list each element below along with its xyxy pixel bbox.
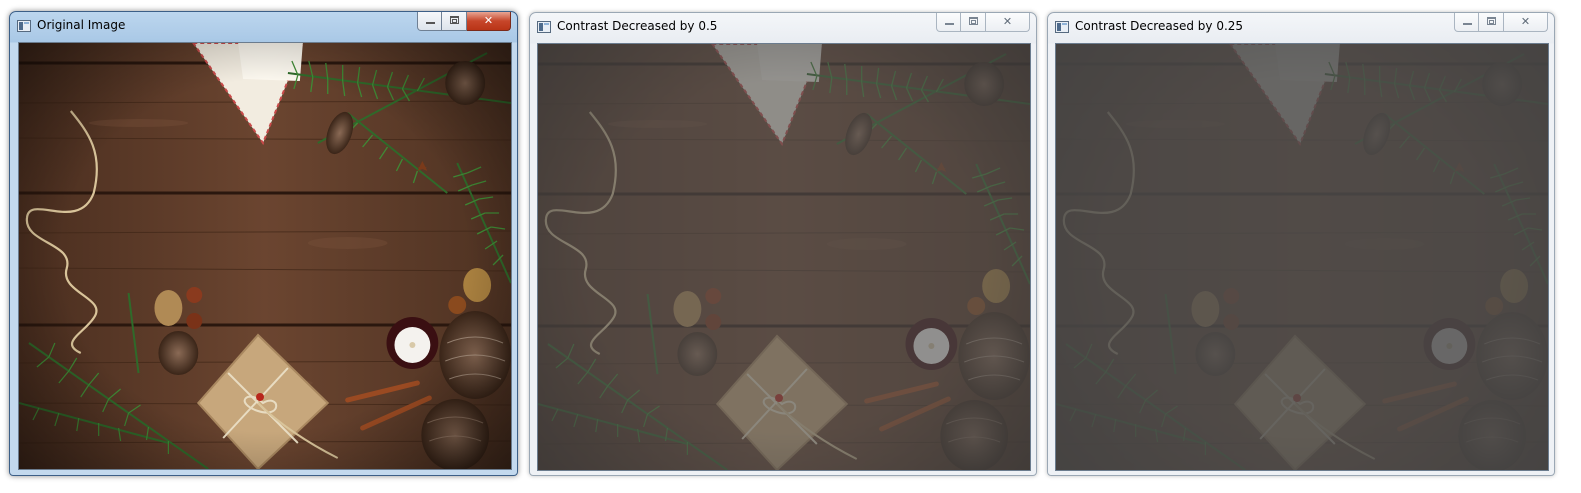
maximize-button[interactable] [961,13,986,32]
close-button[interactable]: ✕ [467,12,511,31]
window-app-icon[interactable] [537,21,551,33]
minimize-button[interactable] [417,12,442,31]
minimize-icon [945,23,954,25]
image-canvas [18,42,512,470]
window-title-bar[interactable]: Contrast Decreased by 0.5 ✕ [530,13,1036,43]
window-contrast-0-25[interactable]: Contrast Decreased by 0.25 ✕ [1047,12,1555,476]
maximize-icon [450,16,459,24]
maximize-button[interactable] [442,12,467,31]
image-canvas [537,43,1031,471]
close-button[interactable]: ✕ [986,13,1030,32]
window-title-bar[interactable]: Contrast Decreased by 0.25 ✕ [1048,13,1554,43]
window-contrast-0-5[interactable]: Contrast Decreased by 0.5 ✕ [529,12,1037,476]
minimize-button[interactable] [936,13,961,32]
maximize-button[interactable] [1479,13,1504,32]
close-icon: ✕ [1520,15,1531,28]
close-icon: ✕ [483,14,494,27]
window-title: Original Image [37,18,126,32]
window-app-icon[interactable] [1055,21,1069,33]
christmas-flatlay-image [1056,44,1548,470]
christmas-flatlay-image [538,44,1030,470]
window-title: Contrast Decreased by 0.25 [1075,19,1244,33]
window-app-icon[interactable] [17,20,31,32]
christmas-flatlay-image [19,43,511,469]
close-button[interactable]: ✕ [1504,13,1548,32]
maximize-icon [1487,17,1496,25]
maximize-icon [969,17,978,25]
minimize-button[interactable] [1454,13,1479,32]
minimize-icon [1463,23,1472,25]
window-title-bar[interactable]: Original Image ✕ [10,12,517,42]
window-original-image[interactable]: Original Image ✕ [9,11,518,476]
window-title: Contrast Decreased by 0.5 [557,19,718,33]
close-icon: ✕ [1002,15,1013,28]
image-canvas [1055,43,1549,471]
minimize-icon [426,22,435,24]
